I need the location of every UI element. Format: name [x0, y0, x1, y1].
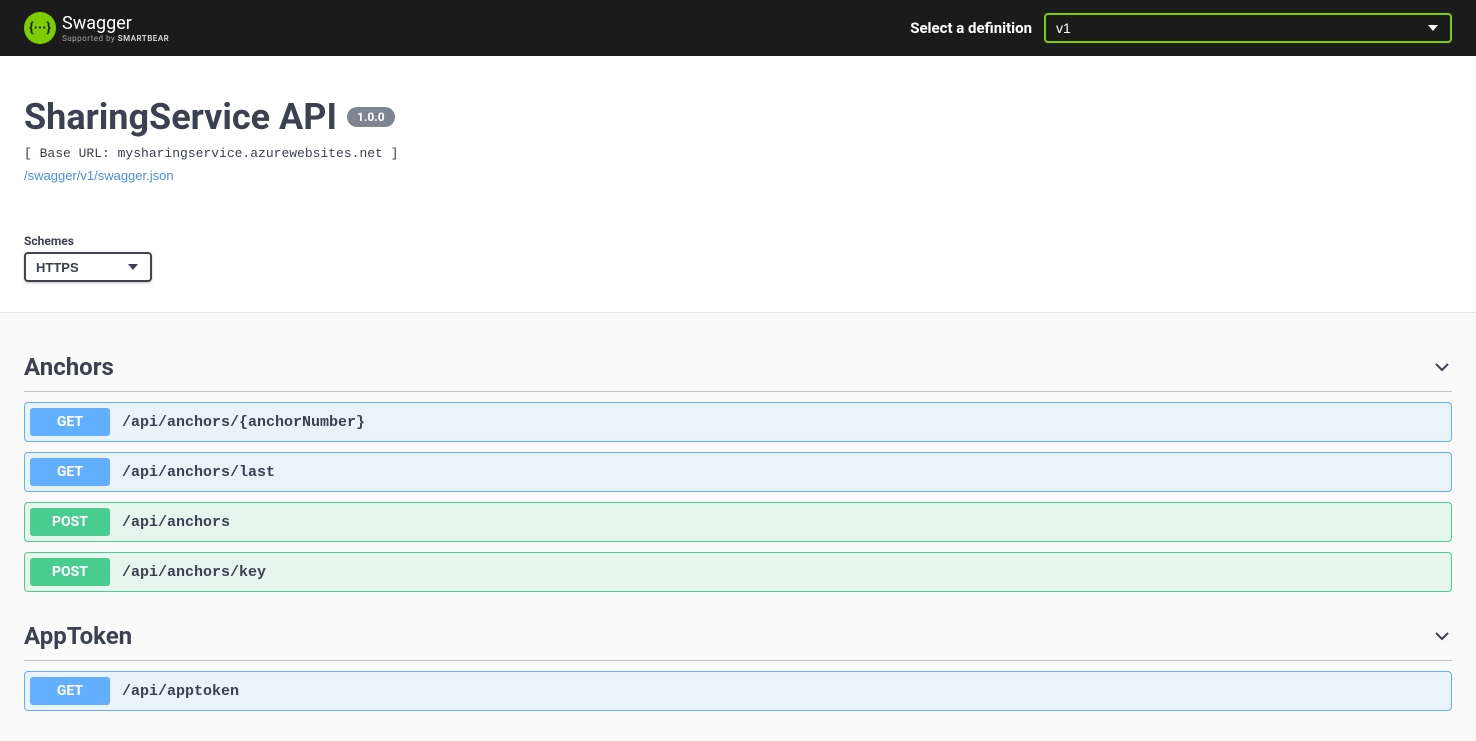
tag-name: AppToken — [24, 622, 132, 650]
tag-section: AppToken GET/api/apptoken — [24, 612, 1452, 711]
operation-path: /api/anchors/last — [122, 464, 275, 481]
operation-path: /api/anchors/key — [122, 564, 266, 581]
schemes-select[interactable]: HTTPS — [24, 252, 152, 282]
definition-label: Select a definition — [910, 19, 1032, 37]
version-badge: 1.0.0 — [347, 107, 395, 127]
brand-name: Swagger — [62, 13, 169, 34]
tag-name: Anchors — [24, 353, 114, 381]
operation-path: /api/anchors/{anchorNumber} — [122, 414, 365, 431]
logo-area: {···} Swagger Supported by SMARTBEAR — [24, 12, 169, 44]
definition-selector-area: Select a definition v1 — [910, 13, 1452, 43]
info-section: SharingService API 1.0.0 [ Base URL: mys… — [0, 56, 1476, 214]
operation-row[interactable]: GET/api/anchors/last — [24, 452, 1452, 492]
api-title: SharingService API — [24, 96, 337, 138]
chevron-down-icon — [1432, 626, 1452, 646]
operation-row[interactable]: GET/api/anchors/{anchorNumber} — [24, 402, 1452, 442]
brand-supported-by: Supported by SMARTBEAR — [62, 34, 169, 43]
operation-path: /api/apptoken — [122, 683, 239, 700]
base-url: [ Base URL: mysharingservice.azurewebsit… — [24, 146, 1452, 161]
tag-header[interactable]: Anchors — [24, 343, 1452, 392]
operation-path: /api/anchors — [122, 514, 230, 531]
schemes-section: Schemes HTTPS — [0, 214, 1476, 313]
swagger-logo-icon: {···} — [24, 12, 56, 44]
operation-row[interactable]: GET/api/apptoken — [24, 671, 1452, 711]
swagger-json-link[interactable]: /swagger/v1/swagger.json — [24, 168, 174, 183]
topbar: {···} Swagger Supported by SMARTBEAR Sel… — [0, 0, 1476, 56]
method-badge: GET — [30, 677, 110, 705]
tag-section: AnchorsGET/api/anchors/{anchorNumber}GET… — [24, 343, 1452, 592]
operation-row[interactable]: POST/api/anchors — [24, 502, 1452, 542]
swagger-logo[interactable]: {···} Swagger Supported by SMARTBEAR — [24, 12, 169, 44]
method-badge: GET — [30, 408, 110, 436]
schemes-label: Schemes — [24, 234, 1452, 248]
method-badge: POST — [30, 508, 110, 536]
method-badge: POST — [30, 558, 110, 586]
method-badge: GET — [30, 458, 110, 486]
definition-select[interactable]: v1 — [1044, 13, 1452, 43]
operations-container: AnchorsGET/api/anchors/{anchorNumber}GET… — [0, 313, 1476, 741]
tag-header[interactable]: AppToken — [24, 612, 1452, 661]
chevron-down-icon — [1432, 357, 1452, 377]
operation-row[interactable]: POST/api/anchors/key — [24, 552, 1452, 592]
